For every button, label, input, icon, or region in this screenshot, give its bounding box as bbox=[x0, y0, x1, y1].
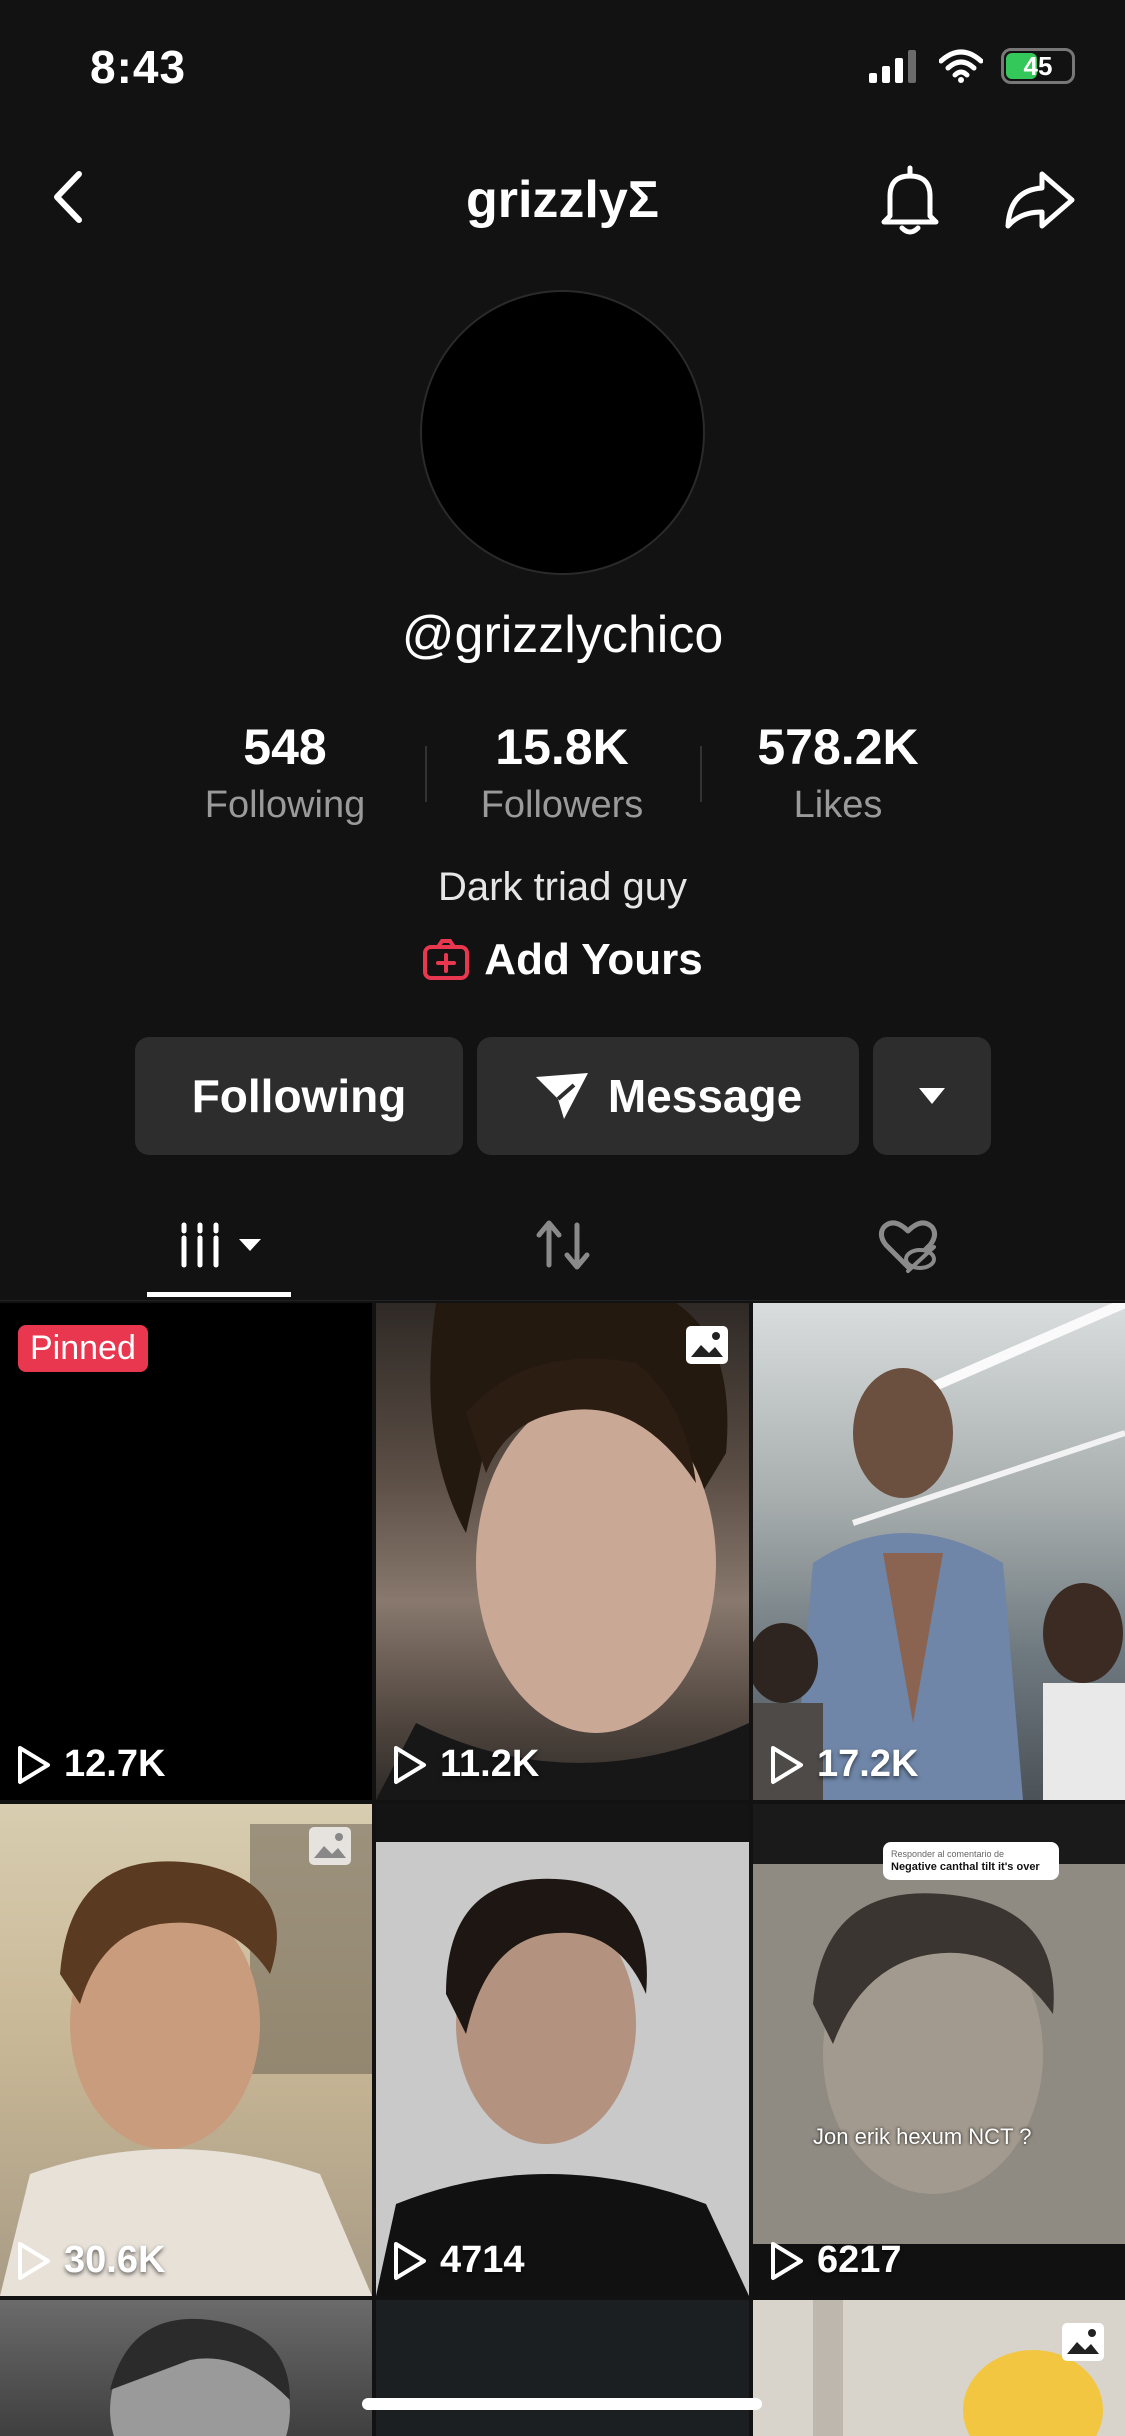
play-icon bbox=[18, 2241, 50, 2280]
video-thumbnail[interactable]: 11.2K bbox=[376, 1303, 749, 1800]
comment-overlay: Responder al comentario de Negative cant… bbox=[883, 1842, 1059, 1880]
view-count: 30.6K bbox=[16, 2239, 165, 2282]
send-icon bbox=[535, 1073, 588, 1119]
status-icons: 45 bbox=[869, 48, 1075, 84]
stat-following[interactable]: 548 Following bbox=[145, 718, 425, 827]
view-count: 17.2K bbox=[769, 1743, 918, 1786]
stat-followers[interactable]: 15.8K Followers bbox=[422, 718, 702, 827]
stat-label: Followers bbox=[480, 784, 644, 826]
status-bar: 8:43 45 bbox=[0, 0, 1125, 130]
add-yours-link[interactable]: Add Yours bbox=[0, 935, 1125, 985]
view-count: 6217 bbox=[769, 2239, 902, 2282]
active-tab-indicator bbox=[147, 1292, 291, 1297]
following-button-label: Following bbox=[191, 1070, 407, 1122]
video-thumbnail[interactable]: 4714 bbox=[376, 1804, 749, 2296]
video-thumbnail[interactable] bbox=[0, 2300, 372, 2436]
tab-liked[interactable] bbox=[845, 1190, 970, 1300]
tab-reposts[interactable] bbox=[500, 1190, 625, 1300]
battery-level: 45 bbox=[1023, 50, 1053, 81]
view-count: 12.7K bbox=[16, 1743, 165, 1786]
following-button[interactable]: Following bbox=[135, 1037, 463, 1155]
tab-videos[interactable] bbox=[147, 1190, 291, 1300]
bio-text: Dark triad guy bbox=[438, 865, 687, 909]
video-caption: Jon erik hexum NCT ? bbox=[813, 2124, 1032, 2149]
page-title: grizzlyΣ bbox=[465, 171, 660, 229]
stat-value: 578.2K bbox=[757, 719, 919, 775]
photo-icon bbox=[309, 1827, 351, 1865]
profile-header: grizzlyΣ bbox=[0, 150, 1125, 250]
message-button[interactable]: Message bbox=[477, 1037, 859, 1155]
stat-value: 548 bbox=[243, 719, 327, 775]
stat-label: Likes bbox=[793, 784, 883, 826]
photo-icon bbox=[1062, 2323, 1104, 2361]
portrait-image bbox=[376, 1303, 749, 1800]
grid-icon bbox=[181, 1222, 219, 1268]
battery-icon: 45 bbox=[1001, 48, 1075, 84]
video-thumbnail[interactable]: Pinned 12.7K bbox=[0, 1303, 372, 1800]
portrait-image bbox=[813, 2300, 1103, 2436]
profile-stats: 548 Following 15.8K Followers 578.2K Lik… bbox=[0, 718, 1125, 838]
comment-header: Responder al comentario de bbox=[891, 1849, 1005, 1859]
video-thumbnail[interactable]: Responder al comentario de Negative cant… bbox=[753, 1804, 1125, 2296]
status-time: 8:43 bbox=[90, 41, 187, 93]
more-options-button[interactable] bbox=[873, 1037, 991, 1155]
stat-label: Following bbox=[204, 784, 366, 826]
caret-down-icon bbox=[239, 1239, 261, 1251]
stat-likes[interactable]: 578.2K Likes bbox=[698, 718, 978, 827]
video-thumbnail[interactable] bbox=[753, 2300, 1125, 2436]
share-icon[interactable] bbox=[1000, 160, 1080, 240]
play-icon bbox=[771, 2241, 803, 2280]
home-indicator bbox=[362, 2398, 762, 2410]
bell-icon[interactable] bbox=[870, 160, 950, 240]
view-count: 4714 bbox=[392, 2239, 525, 2282]
profile-tabs bbox=[0, 1190, 1125, 1301]
video-thumbnail[interactable] bbox=[376, 2300, 749, 2436]
hidden-heart-icon bbox=[878, 1220, 937, 1273]
username: @grizzlychico bbox=[401, 606, 724, 664]
play-icon bbox=[771, 1745, 803, 1784]
avatar[interactable] bbox=[420, 290, 705, 575]
play-icon bbox=[394, 2241, 426, 2280]
caret-down-icon bbox=[919, 1088, 945, 1104]
video-thumbnail[interactable]: 30.6K bbox=[0, 1804, 372, 2296]
view-count: 11.2K bbox=[392, 1743, 539, 1786]
video-thumbnail[interactable]: 17.2K bbox=[753, 1303, 1125, 1800]
play-icon bbox=[394, 1745, 426, 1784]
wifi-icon bbox=[939, 49, 983, 83]
portrait-image bbox=[110, 2318, 290, 2436]
scene-image bbox=[753, 1303, 1125, 1800]
add-yours-icon bbox=[423, 939, 470, 980]
portrait-image bbox=[376, 1842, 749, 2296]
comment-text: Negative canthal tilt it's over bbox=[891, 1861, 1040, 1873]
repost-icon bbox=[536, 1220, 589, 1270]
cellular-signal-icon bbox=[869, 50, 916, 83]
play-icon bbox=[18, 1745, 50, 1784]
stat-value: 15.8K bbox=[495, 719, 629, 775]
add-yours-label: Add Yours bbox=[484, 935, 703, 984]
photo-icon bbox=[686, 1326, 728, 1364]
pinned-badge: Pinned bbox=[18, 1325, 148, 1372]
message-button-label: Message bbox=[607, 1070, 803, 1122]
portrait-image bbox=[0, 1824, 372, 2296]
